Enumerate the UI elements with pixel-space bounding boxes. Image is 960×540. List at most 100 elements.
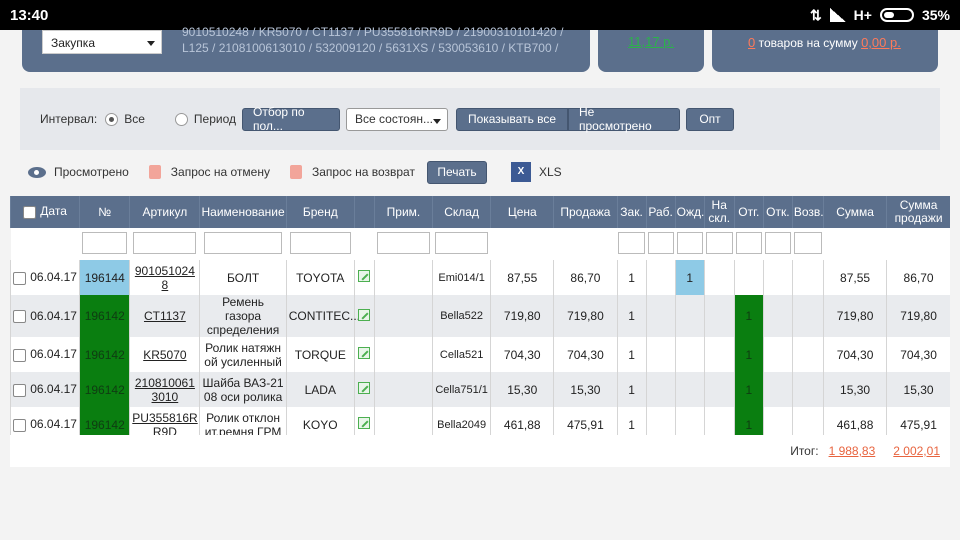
row-store: Emi014/1 (432, 260, 491, 295)
ordered-filter-input[interactable] (618, 231, 645, 254)
col-returned[interactable]: Возв. (791, 196, 824, 228)
row-returned (791, 260, 824, 295)
table-row[interactable]: 06.04.17 196144 901051024 8 БОЛТ TOYOTA Emi01… (9, 260, 950, 295)
row-date: 06.04.17 (30, 347, 77, 362)
xls-export-action[interactable]: XLS (539, 165, 562, 179)
radio-period[interactable] (174, 112, 188, 126)
wholesale-button[interactable]: Опт (686, 107, 734, 131)
row-in-stock (703, 295, 735, 337)
row-note (373, 295, 433, 337)
col-store[interactable]: Склад (432, 196, 491, 228)
balance-panel: 11,17 р. (598, 30, 704, 72)
chevron-down-icon (433, 118, 441, 124)
table-row[interactable]: 06.04.17 196142 CT1137 Ремень газора спреде… (9, 295, 950, 337)
col-number[interactable]: № (79, 196, 130, 228)
table-row[interactable]: 06.04.17 196142 KR5070 Ролик натяжн ой усил… (9, 337, 950, 372)
row-checkbox[interactable] (13, 383, 27, 397)
mode-select[interactable]: Закупка (42, 30, 162, 54)
row-shipped (733, 260, 764, 295)
not-viewed-button[interactable]: Не просмотрено (568, 105, 680, 133)
number-filter-input[interactable] (82, 231, 128, 254)
row-number: 196142 (79, 337, 130, 372)
row-article-link[interactable]: CT1137 (144, 309, 186, 323)
action-bar: Просмотрено Запрос на отмену Запрос на в… (28, 160, 562, 184)
viewed-action[interactable]: Просмотрено (54, 165, 129, 179)
totals-label: Итог: (790, 444, 819, 458)
row-article-link[interactable]: 901051024 8 (135, 264, 195, 292)
shipped-filter-input[interactable] (735, 231, 762, 254)
balance-amount[interactable]: 11,17 р. (628, 34, 674, 49)
in-stock-filter-input[interactable] (705, 231, 733, 254)
edit-note-icon[interactable] (358, 270, 371, 282)
codes-line: 9010510248 / KR5070 / CT1137 / PU355816R… (182, 25, 564, 39)
article-filter-input[interactable] (133, 231, 197, 254)
row-date: 06.04.17 (30, 417, 77, 432)
eye-icon[interactable] (28, 166, 46, 178)
col-sale[interactable]: Продажа (553, 196, 617, 228)
totals-sum-sale[interactable]: 2 002,01 (893, 444, 940, 458)
row-waiting: 1 (674, 260, 705, 295)
refused-filter-input[interactable] (764, 231, 791, 254)
return-request-action[interactable]: Запрос на возврат (312, 165, 415, 179)
row-in-stock (703, 372, 735, 407)
returned-filter-input[interactable] (793, 231, 822, 254)
row-sum-sale: 86,70 (886, 260, 950, 295)
cart-count[interactable]: 0 (748, 35, 755, 50)
trash-icon[interactable] (148, 165, 161, 179)
col-name[interactable]: Наименование (199, 196, 287, 228)
col-article[interactable]: Артикул (129, 196, 200, 228)
network-type: H+ (853, 7, 872, 23)
battery-icon (879, 8, 914, 22)
trash-icon[interactable] (289, 165, 302, 179)
table-row[interactable]: 06.04.17 196142 210810061 3010 Шайба ВАЗ-21… (9, 372, 950, 407)
state-select[interactable]: Все состоян... (346, 107, 448, 131)
show-all-button[interactable]: Показывать все (456, 107, 568, 131)
in-work-filter-input[interactable] (647, 231, 674, 254)
col-date[interactable]: Дата (9, 196, 80, 228)
row-price: 704,30 (490, 337, 554, 372)
row-price: 719,80 (490, 295, 554, 337)
edit-note-icon[interactable] (358, 308, 371, 321)
row-ordered: 1 (616, 337, 647, 372)
col-brand[interactable]: Бренд (285, 196, 355, 228)
radio-all[interactable] (105, 112, 119, 126)
col-price[interactable]: Цена (490, 196, 554, 228)
waiting-filter-input[interactable] (676, 231, 703, 254)
row-article-link[interactable]: KR5070 (143, 348, 186, 362)
col-sum[interactable]: Сумма (822, 196, 887, 228)
row-returned (791, 295, 824, 337)
edit-note-icon[interactable] (358, 417, 371, 429)
row-checkbox[interactable] (13, 310, 27, 324)
col-waiting[interactable]: Ожд. (674, 196, 704, 228)
cart-sum[interactable]: 0,00 р. (861, 35, 901, 50)
col-ordered[interactable]: Зак. (616, 196, 647, 228)
row-checkbox[interactable] (13, 271, 27, 285)
col-shipped[interactable]: Отг. (733, 196, 764, 228)
row-waiting (674, 337, 705, 372)
totals-sum[interactable]: 1 988,83 (829, 444, 876, 458)
col-refused[interactable]: Отк. (762, 196, 793, 228)
select-all-checkbox[interactable] (23, 205, 37, 219)
col-note[interactable]: Прим. (373, 196, 433, 228)
print-button[interactable]: Печать (426, 160, 487, 184)
row-article-link[interactable]: 210810061 3010 (135, 376, 195, 404)
brand-filter-input[interactable] (289, 231, 351, 254)
cancel-request-action[interactable]: Запрос на отмену (171, 165, 270, 179)
row-ordered: 1 (616, 295, 647, 337)
row-checkbox[interactable] (13, 418, 27, 432)
name-filter-input[interactable] (204, 231, 282, 254)
row-sale: 704,30 (553, 337, 617, 372)
edit-note-icon[interactable] (358, 347, 371, 359)
col-in-work[interactable]: Раб. (645, 196, 676, 228)
row-checkbox[interactable] (13, 348, 27, 362)
row-shipped: 1 (733, 295, 764, 337)
radio-all-label: Все (124, 112, 145, 126)
col-in-stock[interactable]: На скл. (703, 196, 735, 228)
field-filter-button[interactable]: Отбор по пол... (242, 105, 340, 133)
store-filter-input[interactable] (435, 231, 488, 254)
note-filter-input[interactable] (377, 231, 430, 254)
edit-note-icon[interactable] (358, 382, 371, 394)
xls-icon[interactable]: X (510, 162, 531, 182)
filter-panel: Интервал: Все Период Отбор по пол... Все… (20, 88, 940, 150)
col-sum-sale[interactable]: Сумма продажи (886, 196, 950, 228)
